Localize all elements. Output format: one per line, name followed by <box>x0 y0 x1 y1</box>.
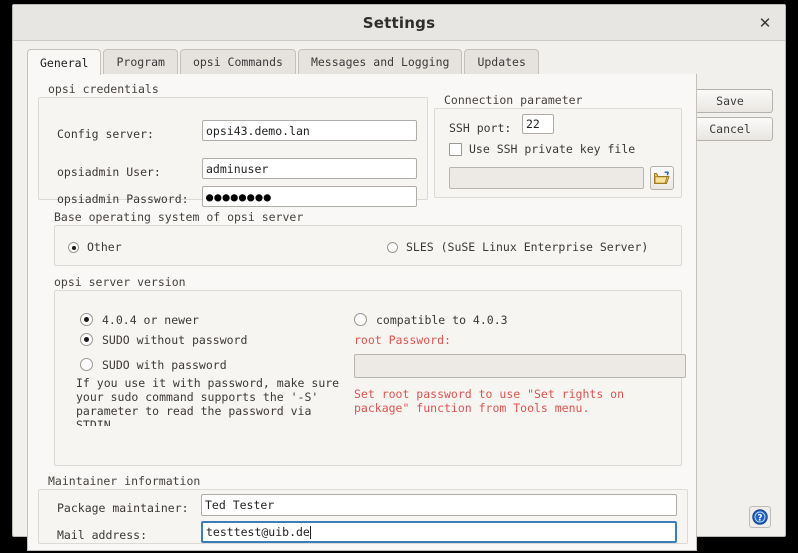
opsiadmin-user-input[interactable]: adminuser <box>202 158 417 179</box>
config-server-input[interactable]: opsi43.demo.lan <box>202 120 417 141</box>
page-title: Settings <box>362 13 436 32</box>
use-ssh-key-label: Use SSH private key file <box>469 142 636 156</box>
radio-sudo-with-password-label: SUDO with password <box>102 358 227 372</box>
group-label-connection: Connection parameter <box>444 93 583 107</box>
radio-version-403-label: compatible to 4.0.3 <box>376 313 508 327</box>
text-caret <box>309 525 311 539</box>
tab-general[interactable]: General <box>27 49 102 75</box>
group-maintainer-information: Maintainer information Package maintaine… <box>38 474 688 544</box>
group-frame-credentials <box>38 97 428 200</box>
group-label-server-version: opsi server version <box>54 275 186 289</box>
group-base-operating-system: Base operating system of opsi server Oth… <box>54 210 682 266</box>
save-button[interactable]: Save <box>687 89 773 113</box>
opsiadmin-user-label: opsiadmin User: <box>57 165 161 179</box>
package-maintainer-input[interactable]: Ted Tester <box>201 494 677 516</box>
help-button[interactable]: ? <box>749 506 771 528</box>
close-icon[interactable]: ✕ <box>751 9 779 37</box>
folder-open-glyph <box>654 171 670 184</box>
mail-address-value: testtest@uib.de <box>206 525 310 539</box>
sudo-help-text: If you use it with password, make sure y… <box>76 376 340 426</box>
help-icon: ? <box>752 509 768 525</box>
tab-messages-and-logging[interactable]: Messages and Logging <box>297 49 463 74</box>
group-label-base-os: Base operating system of opsi server <box>54 210 304 224</box>
group-connection-parameter: Connection parameter SSH port: 22 Use SS… <box>434 93 682 198</box>
radio-sudo-with-password[interactable] <box>80 358 93 371</box>
mail-address-label: Mail address: <box>57 528 148 542</box>
radio-base-os-sles[interactable] <box>387 242 398 253</box>
title-bar: Settings ✕ <box>13 5 785 41</box>
ssh-port-input[interactable]: 22 <box>522 114 554 134</box>
group-opsi-credentials: opsi credentials Config server: opsi43.d… <box>38 82 428 207</box>
tab-program[interactable]: Program <box>103 49 178 74</box>
group-label-maintainer: Maintainer information <box>48 474 201 488</box>
radio-sudo-without-password-label: SUDO without password <box>102 333 248 347</box>
cancel-button[interactable]: Cancel <box>687 117 773 141</box>
radio-base-os-other[interactable] <box>68 242 79 253</box>
group-opsi-server-version: opsi server version 4.0.4 or newer SUDO … <box>54 275 686 466</box>
radio-base-os-other-label: Other <box>87 240 122 254</box>
tab-panel-general: opsi credentials Config server: opsi43.d… <box>27 74 697 551</box>
radio-base-os-sles-label: SLES (SuSE Linux Enterprise Server) <box>406 240 649 254</box>
package-maintainer-label: Package maintainer: <box>57 501 189 515</box>
ssh-key-file-input[interactable] <box>449 167 644 189</box>
mail-address-input[interactable]: testtest@uib.de <box>201 521 677 543</box>
opsiadmin-password-input[interactable]: ●●●●●●●● <box>202 186 417 207</box>
root-password-hint: Set root password to use "Set rights on … <box>354 387 625 415</box>
settings-window: Settings ✕ General Program opsi Commands… <box>12 4 786 551</box>
root-password-input[interactable] <box>354 354 686 378</box>
dialog-body: General Program opsi Commands Messages a… <box>13 41 785 551</box>
ssh-port-label: SSH port: <box>449 121 512 135</box>
radio-version-404[interactable] <box>80 313 93 326</box>
tab-updates[interactable]: Updates <box>464 49 539 74</box>
opsiadmin-password-label: opsiadmin Password: <box>57 192 189 206</box>
tab-opsi-commands[interactable]: opsi Commands <box>179 49 296 74</box>
radio-sudo-without-password[interactable] <box>80 333 93 346</box>
tab-bar: General Program opsi Commands Messages a… <box>27 49 697 75</box>
config-server-label: Config server: <box>57 127 154 141</box>
root-password-label: root Password: <box>354 333 451 347</box>
folder-open-icon[interactable] <box>650 166 674 190</box>
radio-version-403[interactable] <box>354 313 367 326</box>
radio-version-404-label: 4.0.4 or newer <box>102 313 199 327</box>
group-label-credentials: opsi credentials <box>48 82 159 96</box>
svg-text:?: ? <box>757 514 762 524</box>
use-ssh-key-checkbox[interactable] <box>449 143 462 156</box>
